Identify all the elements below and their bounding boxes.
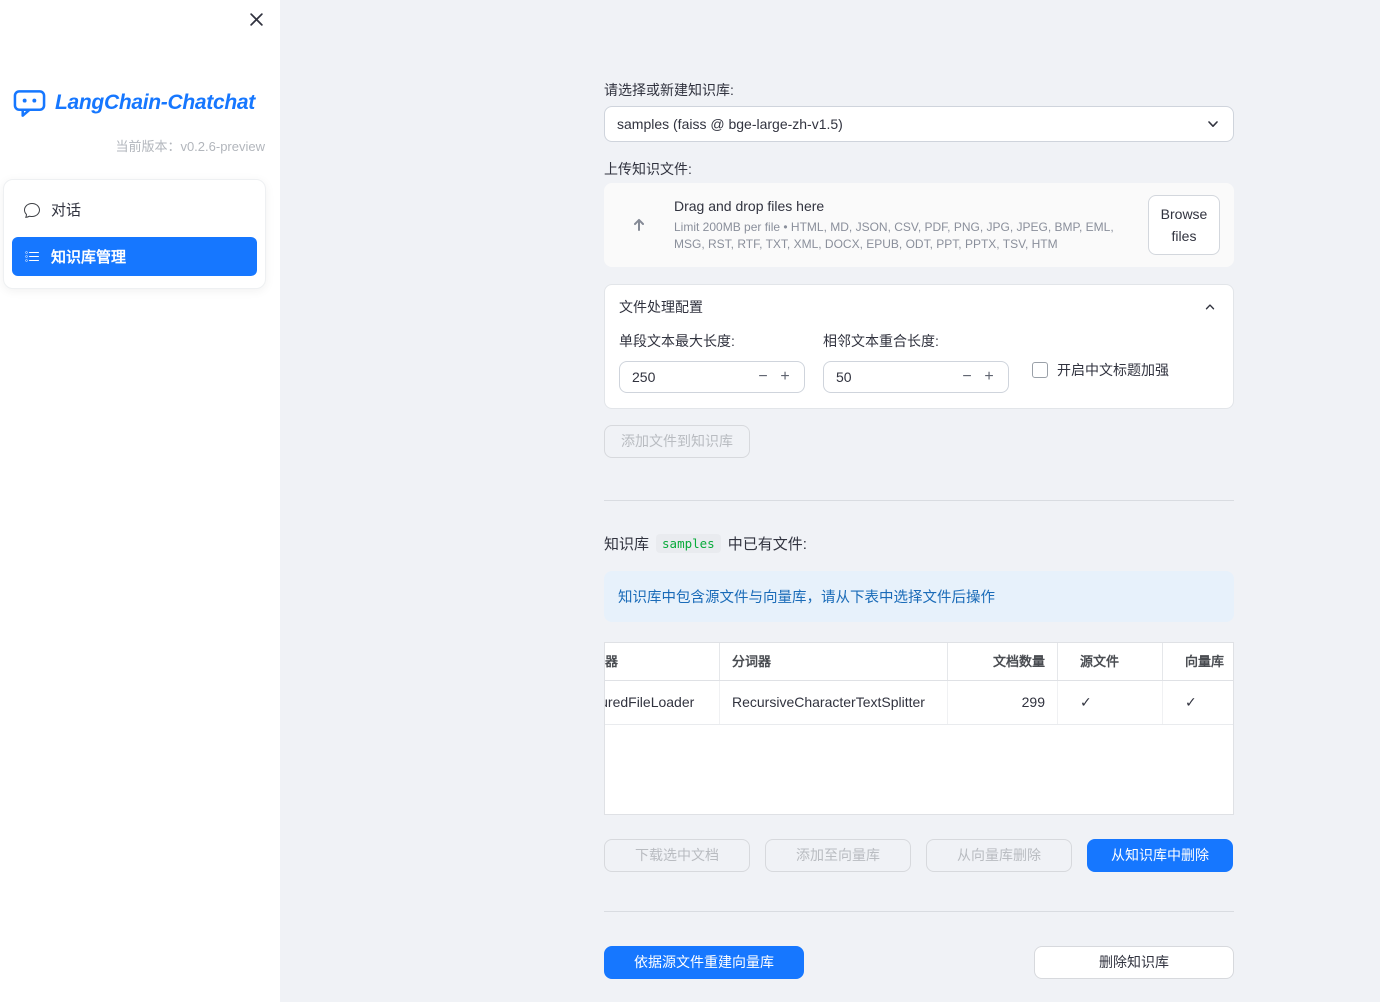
upload-limit-text: Limit 200MB per file • HTML, MD, JSON, C…: [674, 220, 1114, 251]
max-length-input-wrap: − +: [619, 361, 805, 393]
overlap-length-input[interactable]: [836, 369, 956, 385]
sidebar: LangChain-Chatchat 当前版本：v0.2.6-preview 对…: [0, 0, 280, 1002]
max-length-group: 单段文本最大长度: − +: [619, 331, 805, 393]
chevron-down-icon: [1205, 116, 1221, 132]
nav-item-chat-label: 对话: [51, 202, 82, 219]
file-uploader-dropzone[interactable]: Drag and drop files here Limit 200MB per…: [604, 183, 1234, 267]
list-icon: [24, 249, 40, 265]
col-header-vector[interactable]: 向量库: [1163, 643, 1233, 680]
nav-menu: 对话 知识库管理: [3, 179, 266, 289]
table-row[interactable]: UnstructuredFileLoader RecursiveCharacte…: [605, 681, 1233, 725]
cell-source-check: ✓: [1058, 681, 1163, 724]
drag-drop-text: Drag and drop files here: [674, 198, 825, 215]
upload-label: 上传知识文件:: [604, 161, 692, 177]
browse-files-button[interactable]: Browse files: [1148, 194, 1220, 256]
file-actions-row: 下载选中文档 添加至向量库 从向量库删除 从知识库中删除: [604, 839, 1234, 872]
logo-text: LangChain-Chatchat: [55, 91, 255, 114]
rebuild-vector-store-button[interactable]: 依据源文件重建向量库: [604, 946, 804, 979]
file-config-expander: 文件处理配置 单段文本最大长度: − + 相邻文本重合: [604, 284, 1234, 409]
logo-icon: [13, 88, 46, 118]
col-header-source[interactable]: 源文件: [1058, 643, 1163, 680]
col-header-loader[interactable]: 文档加载器: [605, 643, 720, 680]
overlap-length-group: 相邻文本重合长度: − +: [823, 331, 1009, 393]
kb-select[interactable]: samples (faiss @ bge-large-zh-v1.5): [604, 106, 1234, 142]
cell-splitter: RecursiveCharacterTextSplitter: [720, 681, 948, 724]
delete-kb-button[interactable]: 删除知识库: [1034, 946, 1234, 979]
nav-item-chat[interactable]: 对话: [12, 190, 257, 229]
chevron-up-icon: [1203, 300, 1217, 314]
kb-actions-row: 依据源文件重建向量库 删除知识库: [604, 946, 1234, 979]
increment-icon[interactable]: +: [978, 369, 1000, 385]
delete-from-vector-store-button[interactable]: 从向量库删除: [926, 839, 1072, 872]
table-header-row: 文档加载器 分词器 文档数量 源文件 向量库: [605, 643, 1233, 681]
content-column: 请选择或新建知识库: samples (faiss @ bge-large-zh…: [604, 0, 1234, 979]
zh-title-enhance-label: 开启中文标题加强: [1057, 362, 1169, 378]
nav-item-kb-label: 知识库管理: [51, 249, 127, 266]
overlap-length-input-wrap: − +: [823, 361, 1009, 393]
increment-icon[interactable]: +: [774, 369, 796, 385]
zh-title-enhance-group: 开启中文标题加强: [1032, 360, 1169, 380]
close-icon: [250, 13, 263, 26]
cell-doc-count: 299: [948, 681, 1058, 724]
sidebar-close-button[interactable]: [245, 8, 268, 31]
max-length-label: 单段文本最大长度:: [619, 333, 735, 349]
info-banner: 知识库中包含源文件与向量库，请从下表中选择文件后操作: [604, 571, 1234, 622]
file-config-title: 文件处理配置: [619, 299, 703, 315]
download-selected-button[interactable]: 下载选中文档: [604, 839, 750, 872]
file-config-expander-header[interactable]: 文件处理配置: [605, 285, 1233, 327]
cell-vector-check: ✓: [1185, 694, 1197, 710]
add-files-to-kb-button[interactable]: 添加文件到知识库: [604, 425, 750, 458]
max-length-input[interactable]: [632, 369, 752, 385]
col-header-splitter[interactable]: 分词器: [720, 643, 948, 680]
kb-name-code: samples: [656, 534, 721, 553]
existing-files-heading: 知识库 samples 中已有文件:: [604, 533, 1234, 554]
chat-icon: [24, 202, 40, 218]
col-header-doc-count[interactable]: 文档数量: [948, 643, 1058, 680]
nav-item-kb-management[interactable]: 知识库管理: [12, 237, 257, 276]
cell-loader: UnstructuredFileLoader: [605, 681, 720, 724]
decrement-icon[interactable]: −: [956, 369, 978, 385]
version-text: 当前版本：v0.2.6-preview: [115, 139, 265, 154]
existing-prefix: 知识库: [604, 536, 650, 553]
uploader-text: Drag and drop files here Limit 200MB per…: [674, 198, 1132, 251]
kb-files-table[interactable]: 文档加载器 分词器 文档数量 源文件 向量库 UnstructuredFileL…: [604, 642, 1234, 815]
main-area: 请选择或新建知识库: samples (faiss @ bge-large-zh…: [280, 0, 1380, 1002]
kb-select-label: 请选择或新建知识库:: [604, 82, 734, 98]
existing-suffix: 中已有文件:: [727, 536, 807, 553]
divider: [604, 911, 1234, 912]
divider: [604, 500, 1234, 501]
app-logo: LangChain-Chatchat: [0, 0, 280, 118]
cloud-upload-icon: [620, 209, 658, 241]
overlap-length-label: 相邻文本重合长度:: [823, 333, 939, 349]
kb-select-value: samples (faiss @ bge-large-zh-v1.5): [617, 116, 843, 132]
decrement-icon[interactable]: −: [752, 369, 774, 385]
zh-title-enhance-checkbox[interactable]: [1032, 362, 1048, 378]
file-config-body: 单段文本最大长度: − + 相邻文本重合长度: − +: [605, 327, 1233, 408]
add-to-vector-store-button[interactable]: 添加至向量库: [765, 839, 911, 872]
delete-from-kb-button[interactable]: 从知识库中删除: [1087, 839, 1233, 872]
